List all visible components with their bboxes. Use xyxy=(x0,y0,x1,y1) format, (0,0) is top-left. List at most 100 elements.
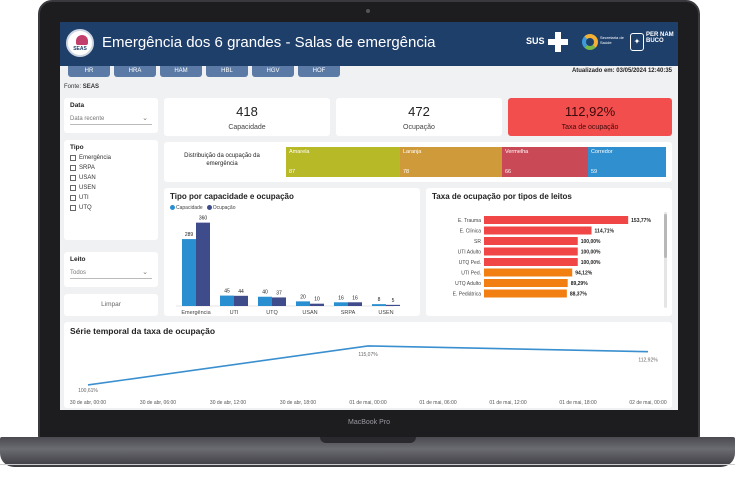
checkbox-icon xyxy=(70,175,76,181)
capacity-chart-card: Tipo por capacidade e ocupação Capacidad… xyxy=(164,188,420,316)
rate-bar-chart: E. Trauma 153,77% E. Clínica 114,71% SR 100,0… xyxy=(453,212,667,308)
type-option-utq[interactable]: UTQ xyxy=(70,203,152,213)
bar-data-label: 44 xyxy=(238,289,244,295)
rate-data-label: 94,12% xyxy=(575,271,593,277)
category-label: E. Clínica xyxy=(460,229,482,235)
segment-name: Amarela xyxy=(289,149,310,155)
rate-data-label: 88,37% xyxy=(570,292,588,298)
kpi-ocupacao: 472 Ocupação xyxy=(336,98,502,136)
type-option-srpa[interactable]: SRPA xyxy=(70,163,152,173)
dashboard-screen: SEAS Emergência dos 6 grandes - Salas de… xyxy=(60,22,678,410)
bar-ocupação xyxy=(348,302,362,306)
category-label: SR xyxy=(474,239,481,245)
segment-value: 87 xyxy=(289,169,296,175)
bar-ocupação xyxy=(196,222,210,306)
tab-hgv[interactable]: HGV xyxy=(252,66,294,77)
x-tick-label: 01 de mai, 00:00 xyxy=(349,400,386,406)
type-option-label: USEN xyxy=(79,185,96,191)
segment-value: 66 xyxy=(505,169,512,175)
point-label: 112,92% xyxy=(638,358,658,364)
bar-ocupação xyxy=(386,304,400,306)
checkbox-icon xyxy=(70,205,76,211)
sus-logo-text: SUS xyxy=(526,36,545,46)
kpi-taxa-ocupacao: 112,92% Taxa de ocupação xyxy=(508,98,672,136)
bar-capacidade xyxy=(258,296,272,306)
x-tick-label: 30 de abr, 12:00 xyxy=(210,400,246,406)
x-tick-label: SRPA xyxy=(341,310,356,316)
chevron-down-icon: ⌄ xyxy=(142,269,148,276)
bar-capacidade xyxy=(372,304,386,306)
category-label: UTQ Adulto xyxy=(455,281,481,287)
laptop: SEAS Emergência dos 6 grandes - Salas de… xyxy=(0,0,735,491)
type-option-emergencia[interactable]: Emergência xyxy=(70,153,152,163)
bar-capacidade xyxy=(220,295,234,306)
x-tick-label: 30 de abr, 06:00 xyxy=(140,400,176,406)
sus-cross-icon xyxy=(548,32,568,52)
type-option-uti[interactable]: UTI xyxy=(70,193,152,203)
clear-filters-button[interactable]: Limpar xyxy=(64,294,158,316)
category-label: E. Pediátrica xyxy=(453,292,482,298)
timeseries-chart: 100,61% 115,07% 112,92% 30 de abr, 00:00 30 … xyxy=(70,345,667,406)
type-option-label: USAN xyxy=(79,175,96,181)
type-option-usen[interactable]: USEN xyxy=(70,183,152,193)
tab-hbl[interactable]: HBL xyxy=(206,66,248,77)
rate-data-label: 100,00% xyxy=(581,250,601,256)
date-dropdown[interactable]: Data recente ⌄ xyxy=(70,113,152,125)
type-option-label: UTQ xyxy=(79,205,92,211)
segment-name: Vermelha xyxy=(505,149,529,155)
distribution-card: Distribuição da ocupação da emergência A… xyxy=(164,142,672,182)
checkbox-icon xyxy=(70,185,76,191)
x-tick-label: 02 de mai, 00:00 xyxy=(629,400,666,406)
tab-hra[interactable]: HRA xyxy=(114,66,156,77)
kpi-value: 112,92% xyxy=(564,104,616,119)
bed-dropdown[interactable]: Todos ⌄ xyxy=(70,267,152,279)
tab-hof[interactable]: HOF xyxy=(298,66,340,77)
rate-bar xyxy=(484,247,578,256)
type-filter-label: Tipo xyxy=(70,144,84,151)
kpi-label: Ocupação xyxy=(403,124,435,131)
webcam xyxy=(366,9,370,13)
rate-bar xyxy=(484,289,567,298)
rate-data-label: 153,77% xyxy=(631,218,651,224)
hospital-tabs: HR HRA HAM HBL HGV HOF xyxy=(68,66,340,78)
segment-value: 59 xyxy=(591,169,598,175)
segment-value: 78 xyxy=(403,169,410,175)
rate-bar xyxy=(484,279,568,287)
type-option-label: Emergência xyxy=(79,155,112,161)
rate-bar xyxy=(484,216,629,224)
bed-dropdown-value: Todos xyxy=(70,270,87,276)
type-option-usan[interactable]: USAN xyxy=(70,173,152,183)
category-label: UTQ Ped. xyxy=(459,260,481,266)
heart-icon xyxy=(76,35,88,45)
tab-ham[interactable]: HAM xyxy=(160,66,202,77)
bar-data-label: 40 xyxy=(262,290,268,296)
category-label: E. Trauma xyxy=(458,218,481,224)
date-filter: Data Data recente ⌄ xyxy=(64,98,158,133)
tab-hr[interactable]: HR xyxy=(68,66,110,77)
bar-data-label: 5 xyxy=(392,298,395,304)
chevron-down-icon: ⌄ xyxy=(142,115,148,122)
checkbox-icon xyxy=(70,195,76,201)
page-title: Emergência dos 6 grandes - Salas de emer… xyxy=(102,34,436,51)
secretaria-logo-icon xyxy=(582,34,598,50)
bar-ocupação xyxy=(272,297,286,306)
updated-timestamp: Atualizado em: 03/05/2024 12:40:35 xyxy=(571,68,672,74)
segment-name: Corredor xyxy=(591,149,613,155)
desk-line xyxy=(0,464,735,470)
bar-data-label: 45 xyxy=(224,289,230,295)
point-label: 100,61% xyxy=(78,388,98,394)
checkbox-icon xyxy=(70,165,76,171)
bar-data-label: 8 xyxy=(378,297,381,303)
rate-data-label: 100,00% xyxy=(581,260,601,266)
laptop-brand: MacBook Pro xyxy=(347,419,391,426)
category-label: UTI Adulto xyxy=(458,250,482,256)
rate-data-label: 114,71% xyxy=(595,229,615,235)
source-value: SEAS xyxy=(82,84,100,90)
rate-bar xyxy=(484,237,578,245)
logo-text: SEAS xyxy=(73,46,87,52)
rate-bar xyxy=(484,268,573,277)
scrollbar-thumb xyxy=(664,214,667,258)
bar-data-label: 16 xyxy=(352,295,358,301)
x-tick-label: USAN xyxy=(302,310,317,316)
bar-ocupação xyxy=(234,295,248,306)
